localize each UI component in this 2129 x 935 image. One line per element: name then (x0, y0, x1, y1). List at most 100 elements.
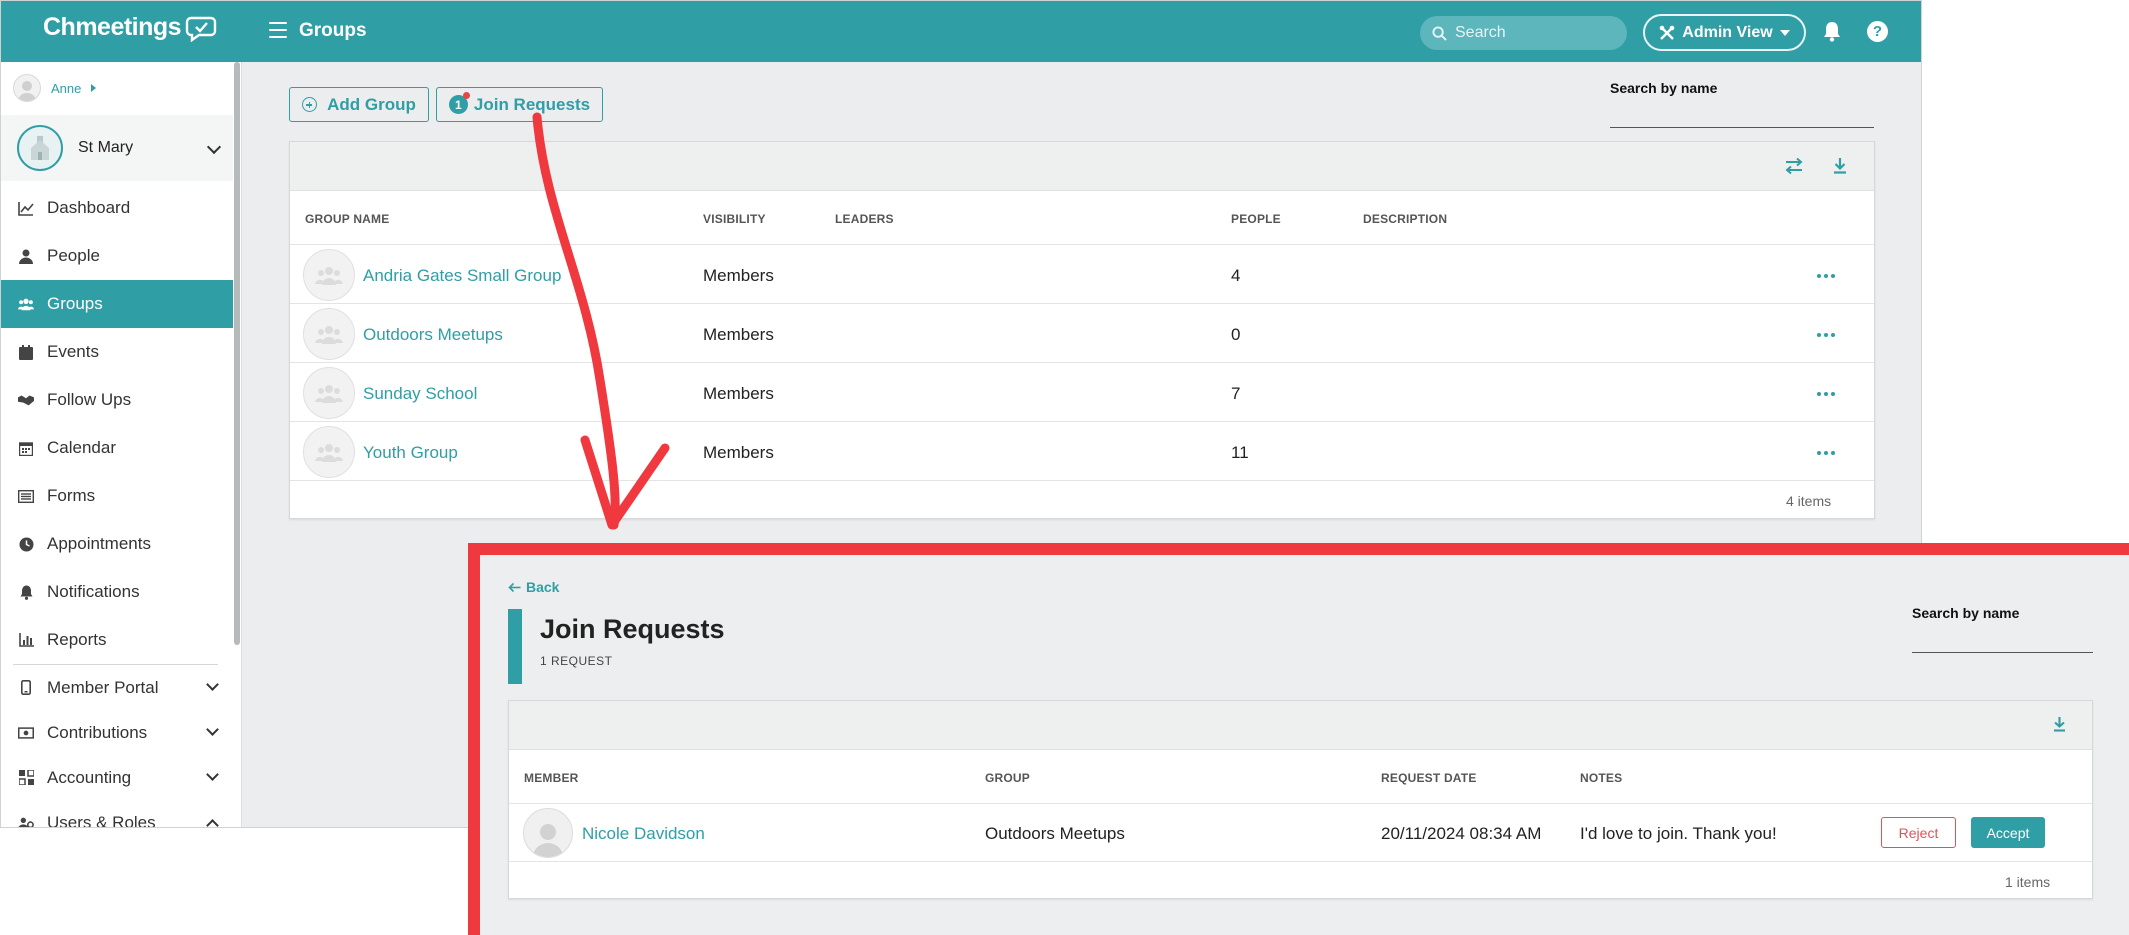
items-count: 1 items (2005, 874, 2051, 890)
church-selector[interactable]: St Mary (1, 115, 233, 181)
col-header-description[interactable]: DESCRIPTION (1363, 212, 1447, 226)
member-avatar (523, 808, 573, 858)
col-header-group-name[interactable]: GROUP NAME (305, 212, 389, 226)
sidebar-item-follow-ups[interactable]: Follow Ups (1, 376, 233, 424)
row-divider (290, 362, 1874, 363)
church-logo-icon (17, 125, 63, 171)
sidebar-group-users-roles[interactable]: Users & Roles (1, 800, 233, 828)
sidebar-item-calendar[interactable]: Calendar (1, 424, 233, 472)
handshake-icon (18, 392, 34, 408)
more-options-icon[interactable] (1817, 392, 1835, 396)
user-menu[interactable]: Anne (13, 74, 97, 102)
sidebar-item-label: Appointments (47, 534, 151, 553)
header-divider (290, 244, 1874, 245)
sidebar-item-appointments[interactable]: Appointments (1, 520, 233, 568)
help-icon[interactable]: ? (1867, 21, 1888, 42)
download-icon[interactable] (2053, 716, 2066, 732)
join-requests-button[interactable]: 1 Join Requests (436, 87, 603, 122)
col-header-request-date[interactable]: REQUEST DATE (1381, 771, 1477, 785)
add-group-button[interactable]: Add Group (289, 87, 429, 122)
join-requests-page: Back Join Requests 1 REQUEST Search by n… (480, 555, 2129, 935)
sidebar-item-dashboard[interactable]: Dashboard (1, 184, 233, 232)
col-header-member[interactable]: MEMBER (524, 771, 579, 785)
request-date: 20/11/2024 08:34 AM (1381, 824, 1542, 843)
back-label: Back (526, 579, 560, 595)
group-visibility: Members (703, 325, 774, 344)
bell-icon[interactable] (1823, 21, 1841, 42)
groups-table: GROUP NAME VISIBILITY LEADERS PEOPLE DES… (289, 141, 1875, 519)
search-placeholder: Search (1455, 24, 1506, 41)
sidebar-nav: Dashboard People Groups Events Follow Up… (1, 184, 233, 828)
col-header-leaders[interactable]: LEADERS (835, 212, 894, 226)
col-header-people[interactable]: PEOPLE (1231, 212, 1281, 226)
group-people-count: 11 (1231, 443, 1249, 462)
admin-view-button[interactable]: Admin View (1643, 14, 1806, 51)
sidebar-item-label: Dashboard (47, 198, 131, 217)
notification-badge: 1 (448, 92, 470, 114)
sidebar-item-reports[interactable]: Reports (1, 616, 233, 664)
back-link[interactable]: Back (508, 579, 559, 595)
items-count: 4 items (1786, 493, 1832, 509)
mobile-icon (18, 680, 34, 696)
user-name: Anne (51, 80, 82, 96)
row-divider (290, 421, 1874, 422)
more-options-icon[interactable] (1817, 451, 1835, 455)
search-by-name-input[interactable] (1912, 652, 2093, 653)
menu-toggle-icon[interactable] (269, 22, 287, 38)
table-toolbar (509, 701, 2092, 750)
more-options-icon[interactable] (1817, 333, 1835, 337)
sidebar-item-notifications[interactable]: Notifications (1, 568, 233, 616)
sidebar-item-label: Member Portal (47, 677, 159, 697)
sidebar-item-label: Follow Ups (47, 390, 132, 409)
group-name-link[interactable]: Sunday School (363, 384, 477, 404)
people-group-icon (18, 296, 34, 312)
group-name-link[interactable]: Andria Gates Small Group (363, 266, 561, 286)
arrow-left-icon (508, 582, 521, 592)
chevron-up-icon (206, 819, 219, 827)
member-name-link[interactable]: Nicole Davidson (582, 824, 705, 844)
global-search-input[interactable]: Search (1420, 16, 1627, 50)
group-avatar-icon (303, 308, 355, 360)
col-header-group[interactable]: GROUP (985, 771, 1030, 785)
search-by-name-input[interactable] (1610, 127, 1874, 128)
sidebar-item-events[interactable]: Events (1, 328, 233, 376)
logo-text: Chmeetings (43, 13, 182, 41)
request-notes: I'd love to join. Thank you! (1580, 824, 1777, 843)
group-visibility: Members (703, 384, 774, 403)
requested-group: Outdoors Meetups (985, 824, 1125, 843)
sidebar-group-member-portal[interactable]: Member Portal (1, 665, 233, 710)
caret-right-icon (91, 84, 97, 92)
sidebar-item-label: Groups (47, 294, 103, 313)
chevron-down-icon (206, 723, 219, 736)
download-icon[interactable] (1833, 157, 1847, 174)
accept-button[interactable]: Accept (1971, 817, 2045, 848)
money-icon (18, 725, 34, 741)
more-options-icon[interactable] (1817, 274, 1835, 278)
col-header-notes[interactable]: NOTES (1580, 771, 1622, 785)
sidebar-item-label: Users & Roles (47, 812, 156, 828)
group-people-count: 4 (1231, 266, 1241, 285)
group-name-link[interactable]: Youth Group (363, 443, 458, 463)
clock-icon (18, 536, 34, 552)
group-people-count: 0 (1231, 325, 1241, 344)
swap-arrows-icon[interactable] (1785, 158, 1803, 174)
row-divider (290, 303, 1874, 304)
sidebar-scrollbar[interactable] (234, 62, 240, 645)
sidebar-item-groups[interactable]: Groups (1, 280, 233, 328)
group-visibility: Members (703, 443, 774, 462)
sidebar-item-forms[interactable]: Forms (1, 472, 233, 520)
plus-circle-icon (302, 97, 318, 112)
sidebar-item-label: People (47, 246, 100, 265)
sidebar-item-label: Notifications (47, 582, 140, 601)
group-name-link[interactable]: Outdoors Meetups (363, 325, 503, 345)
sidebar-item-people[interactable]: People (1, 232, 233, 280)
request-count-subtitle: 1 REQUEST (540, 654, 613, 668)
title-accent-bar (508, 609, 522, 684)
sidebar-group-accounting[interactable]: Accounting (1, 755, 233, 800)
zoomed-join-requests-panel: Back Join Requests 1 REQUEST Search by n… (468, 543, 2129, 935)
admin-view-label: Admin View (1682, 23, 1773, 41)
reject-button[interactable]: Reject (1881, 817, 1956, 848)
col-header-visibility[interactable]: VISIBILITY (703, 212, 766, 226)
app-logo[interactable]: Chmeetings (43, 13, 217, 42)
sidebar-group-contributions[interactable]: Contributions (1, 710, 233, 755)
